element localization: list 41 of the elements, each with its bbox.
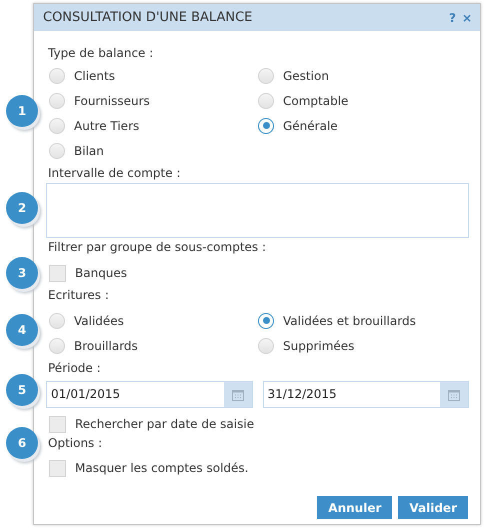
checkbox[interactable] xyxy=(49,460,66,476)
section-label: Période : xyxy=(47,360,102,377)
option-label: Générale xyxy=(283,118,338,132)
option-label: Gestion xyxy=(283,68,329,82)
step-badge: 2 xyxy=(6,192,38,224)
section-label: Filtrer par groupe de sous-comptes : xyxy=(47,239,268,256)
step-badge: 6 xyxy=(6,427,38,459)
checkbox[interactable] xyxy=(49,264,66,282)
calendar-icon[interactable] xyxy=(232,388,244,400)
option-label: Comptable xyxy=(283,94,348,108)
section-label: Options : xyxy=(47,436,104,450)
account-range-field[interactable] xyxy=(46,183,469,238)
option-label: Banques xyxy=(75,266,128,280)
option-label: Clients xyxy=(74,68,115,82)
option-label: Brouillards xyxy=(74,338,138,352)
step-badge: 5 xyxy=(6,374,38,406)
calendar-icon[interactable] xyxy=(448,388,460,400)
option-label: Masquer les comptes soldés. xyxy=(75,461,248,475)
step-badge: 3 xyxy=(6,257,38,289)
step-badge: 4 xyxy=(6,314,38,346)
dialog-title: CONSULTATION D'UNE BALANCE xyxy=(43,10,254,25)
section-label: Type de balance : xyxy=(47,45,154,62)
option-label: Validées et brouillards xyxy=(283,314,416,328)
date-field[interactable]: 31/12/2015 xyxy=(262,381,469,408)
help-icon[interactable]: ? xyxy=(448,10,456,24)
option-label: Rechercher par date de saisie xyxy=(75,417,254,431)
checkbox[interactable] xyxy=(49,416,66,432)
option-label: Autre Tiers xyxy=(74,118,140,132)
option-label: Bilan xyxy=(74,144,104,158)
validate-button[interactable]: Valider xyxy=(398,496,468,519)
section-label: Ecritures : xyxy=(47,287,110,304)
option-label: Supprimées xyxy=(283,338,354,352)
close-icon[interactable]: × xyxy=(462,10,472,24)
cancel-button[interactable]: Annuler xyxy=(317,496,392,519)
date-field[interactable]: 01/01/2015 xyxy=(46,381,252,408)
radio-button[interactable] xyxy=(258,118,274,134)
option-label: Validées xyxy=(74,314,124,328)
step-badge: 1 xyxy=(6,95,38,127)
option-label: Fournisseurs xyxy=(74,94,150,108)
radio-button[interactable] xyxy=(258,312,274,328)
section-label: Intervalle de compte : xyxy=(47,165,182,182)
